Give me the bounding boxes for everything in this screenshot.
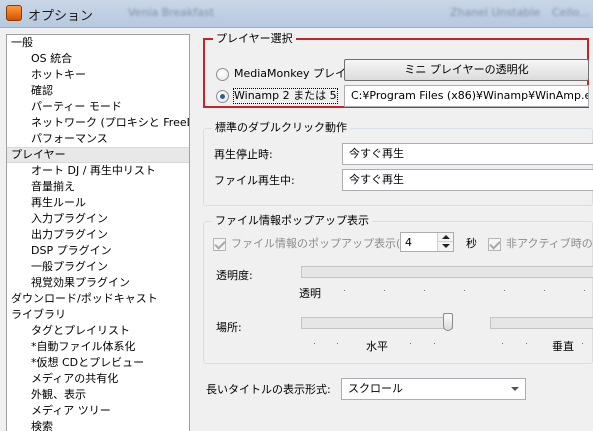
stopped-action-select[interactable]: 今すぐ再生 bbox=[342, 143, 593, 165]
popup-legend: ファイル情報ポップアップ表示 bbox=[212, 214, 372, 228]
double-click-legend: 標準のダブルクリック動作 bbox=[212, 121, 350, 135]
sidebar-item[interactable]: 音量揃え bbox=[7, 179, 189, 195]
vertical-position-slider[interactable] bbox=[490, 317, 593, 329]
slider-tick bbox=[384, 290, 385, 291]
sidebar-item[interactable]: メディア ツリー bbox=[7, 403, 189, 419]
winamp-radio[interactable] bbox=[216, 90, 229, 103]
winamp-radio-label[interactable]: Winamp 2 または 5 bbox=[233, 88, 338, 104]
inactive-label[interactable]: 非アクティブ時の bbox=[506, 237, 593, 251]
popup-seconds-value: 4 bbox=[405, 236, 412, 249]
slider-tick bbox=[582, 343, 583, 344]
stopped-label: 再生停止時: bbox=[214, 148, 273, 161]
title-bar: オプション Venia Breakfast Zhanel Unstable Ce… bbox=[0, 0, 593, 28]
slider-tick bbox=[584, 290, 585, 291]
sidebar-item[interactable]: 検索 bbox=[7, 419, 189, 431]
playing-label: ファイル再生中: bbox=[214, 174, 295, 187]
transparency-caption: 透明 bbox=[299, 287, 321, 300]
slider-tick bbox=[526, 343, 527, 344]
sidebar-item[interactable]: *自動ファイル体系化 bbox=[7, 339, 189, 355]
sidebar-item[interactable]: 外観、表示 bbox=[7, 387, 189, 403]
sidebar-item[interactable]: ダウンロード/ポッドキャスト bbox=[7, 291, 189, 307]
sidebar-item[interactable]: 一般プラグイン bbox=[7, 259, 189, 275]
winamp-path-field[interactable]: C:¥Program Files (x86)¥Winamp¥WinAmp.exe bbox=[344, 85, 589, 107]
player-select-group: プレイヤー選択 MediaMonkey プレイヤー ミニ プレイヤーの透明化 W… bbox=[203, 32, 589, 108]
slider-tick bbox=[314, 343, 315, 344]
sidebar-item[interactable]: パーティー モード bbox=[7, 99, 189, 115]
background-window-text: Zhanel Unstable bbox=[450, 6, 541, 19]
slider-tick bbox=[337, 343, 338, 344]
slider-tick bbox=[544, 290, 545, 291]
popup-seconds-spinner[interactable]: 4 bbox=[400, 232, 454, 252]
slider-tick bbox=[464, 290, 465, 291]
sidebar-item[interactable]: 入力プラグイン bbox=[7, 211, 189, 227]
window-title: オプション bbox=[28, 9, 94, 24]
sidebar-item[interactable]: *仮想 CDとプレビュー bbox=[7, 355, 189, 371]
inactive-checkbox[interactable] bbox=[488, 238, 501, 251]
sidebar-item[interactable]: オート DJ / 再生中リスト bbox=[7, 163, 189, 179]
sidebar-item[interactable]: 出力プラグイン bbox=[7, 227, 189, 243]
slider-tick bbox=[502, 343, 503, 344]
show-popup-label[interactable]: ファイル情報のポップアップ表示(F): bbox=[231, 237, 415, 251]
sidebar-item[interactable]: プレイヤー bbox=[7, 147, 189, 163]
seconds-unit: 秒 bbox=[466, 237, 477, 250]
horizontal-caption: 水平 bbox=[366, 340, 388, 353]
spin-up-icon[interactable] bbox=[437, 233, 453, 242]
sidebar-item[interactable]: ライブラリ bbox=[7, 307, 189, 323]
player-options-panel: プレイヤー選択 MediaMonkey プレイヤー ミニ プレイヤーの透明化 W… bbox=[196, 32, 593, 431]
long-title-format-dropdown[interactable]: スクロール bbox=[341, 378, 526, 400]
slider-tick bbox=[344, 290, 345, 291]
slider-tick bbox=[434, 343, 435, 344]
spin-down-icon[interactable] bbox=[437, 242, 453, 251]
sidebar-item[interactable]: 視覚効果プラグイン bbox=[7, 275, 189, 291]
options-tree[interactable]: 一般 OS 統合 ホットキー 確認 パーティー モード ネットワーク (プロキシと Fre… bbox=[6, 34, 190, 431]
tree-list: 一般 OS 統合 ホットキー 確認 パーティー モード ネットワーク (プロキシと Fre… bbox=[7, 35, 189, 431]
location-label: 場所: bbox=[216, 321, 242, 334]
sidebar-item[interactable]: ネットワーク (プロキシと FreeDB) bbox=[7, 115, 189, 131]
sidebar-item[interactable]: OS 統合 bbox=[7, 51, 189, 67]
transparency-slider[interactable] bbox=[301, 266, 593, 278]
slider-tick bbox=[410, 343, 411, 344]
mini-player-transparency-button[interactable]: ミニ プレイヤーの透明化 bbox=[344, 59, 589, 81]
popup-group: ファイル情報ポップアップ表示 ファイル情報のポップアップ表示(F): 4 秒 非… bbox=[203, 214, 593, 364]
horizontal-slider-thumb[interactable] bbox=[443, 313, 453, 331]
app-icon bbox=[6, 5, 22, 21]
long-title-format-value: スクロール bbox=[348, 382, 403, 395]
sidebar-item[interactable]: DSP プラグイン bbox=[7, 243, 189, 259]
sidebar-item[interactable]: 一般 bbox=[7, 35, 189, 51]
slider-tick bbox=[504, 290, 505, 291]
playing-action-select[interactable]: 今すぐ再生 bbox=[342, 169, 593, 191]
player-select-legend: プレイヤー選択 bbox=[213, 32, 296, 46]
slider-tick bbox=[424, 290, 425, 291]
show-popup-checkbox[interactable] bbox=[213, 238, 226, 251]
sidebar-item[interactable]: 再生ルール bbox=[7, 195, 189, 211]
mediamonkey-radio[interactable] bbox=[216, 68, 229, 81]
background-window-text: Venia Breakfast bbox=[128, 6, 215, 19]
vertical-caption: 垂直 bbox=[552, 340, 574, 353]
background-window-text: Cello... bbox=[552, 6, 590, 19]
transparency-label: 透明度: bbox=[216, 269, 253, 282]
sidebar-item[interactable]: タグとプレイリスト bbox=[7, 323, 189, 339]
long-title-label: 長いタイトルの表示形式: bbox=[206, 383, 331, 396]
sidebar-item[interactable]: パフォーマンス bbox=[7, 131, 189, 147]
sidebar-item[interactable]: メディアの共有化 bbox=[7, 371, 189, 387]
sidebar-item[interactable]: 確認 bbox=[7, 83, 189, 99]
sidebar-item[interactable]: ホットキー bbox=[7, 67, 189, 83]
chevron-down-icon bbox=[511, 387, 519, 391]
double-click-group: 標準のダブルクリック動作 再生停止時: 今すぐ再生 ファイル再生中: 今すぐ再生 bbox=[203, 121, 593, 206]
horizontal-position-slider[interactable] bbox=[301, 317, 453, 329]
